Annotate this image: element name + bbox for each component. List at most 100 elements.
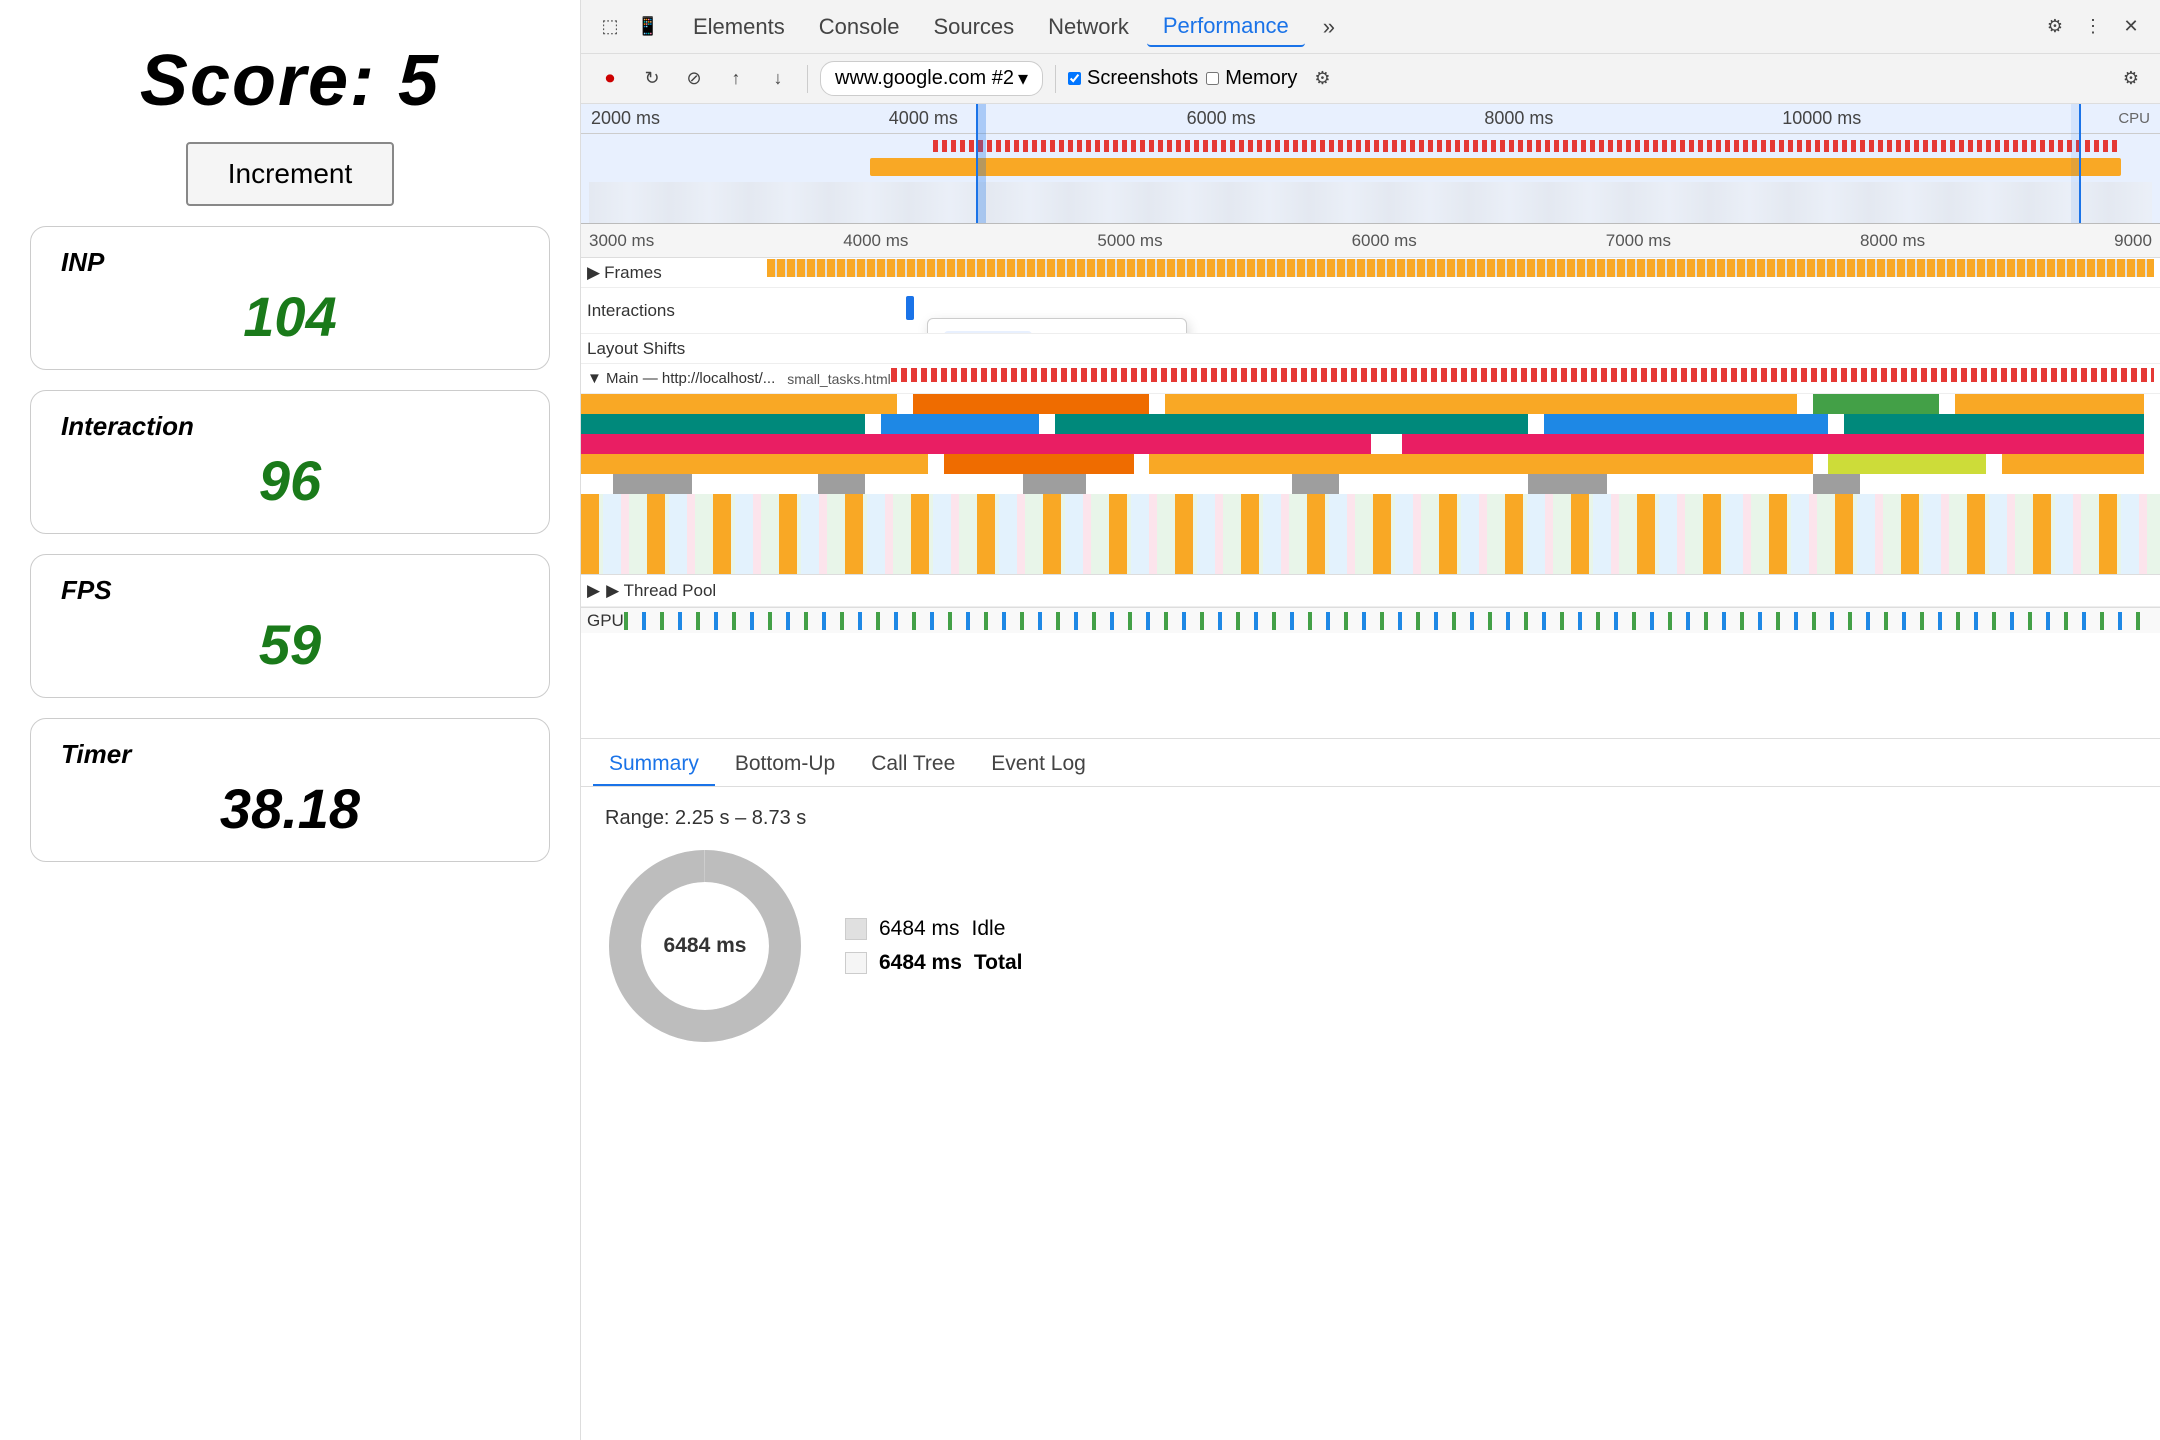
thread-pool-row: ▶ ▶ Thread Pool	[581, 575, 2160, 607]
tab-call-tree[interactable]: Call Tree	[855, 744, 971, 786]
thread-pool-expand-icon[interactable]: ▶	[587, 581, 600, 601]
timeline-overview[interactable]: 2000 ms 4000 ms 6000 ms 8000 ms 10000 ms…	[581, 104, 2160, 224]
tab-summary[interactable]: Summary	[593, 744, 715, 786]
more-options-icon-button[interactable]: ⋮	[2076, 10, 2110, 44]
range-text: Range: 2.25 s – 8.73 s	[605, 807, 2136, 830]
flame-block-y5	[1149, 454, 1812, 474]
gpu-row: GPU	[581, 607, 2160, 633]
interaction-pip[interactable]	[906, 296, 914, 320]
main-thread-area: ▼ Main — http://localhost/... small_task…	[581, 364, 2160, 575]
interaction-tooltip: 68.10 ms Pointer Input delay 66ms Proces…	[927, 318, 1187, 333]
orange-bar-row	[589, 158, 2152, 180]
flame-block-b2	[1544, 414, 1828, 434]
increment-button[interactable]: Increment	[186, 142, 395, 206]
bottom-tabs: Summary Bottom-Up Call Tree Event Log	[581, 739, 2160, 787]
inp-label: INP	[61, 247, 519, 278]
flame-block-y6	[2002, 454, 2144, 474]
fps-value: 59	[61, 612, 519, 677]
clear-button[interactable]: ⊘	[677, 62, 711, 96]
screenshots-checkbox-label[interactable]: Screenshots	[1068, 67, 1198, 90]
idle-text: Idle	[972, 917, 1006, 941]
flame-block-t1	[581, 414, 865, 434]
screenshots-label: Screenshots	[1087, 67, 1198, 90]
score-title: Score: 5	[140, 40, 440, 122]
fps-label: FPS	[61, 575, 519, 606]
inspect-icon-button[interactable]: ⬚	[593, 10, 627, 44]
main-label: ▼ Main — http://localhost/... small_task…	[587, 370, 891, 387]
ruler-5000: 5000 ms	[1097, 231, 1162, 251]
interactions-track-row: Interactions 68.10 ms Pointer Input dela…	[581, 288, 2160, 334]
tab-console[interactable]: Console	[803, 8, 916, 46]
frames-track-row: ▶ Frames	[581, 258, 2160, 288]
flamegraph-area[interactable]: ▶ Frames Interactions 68.10	[581, 258, 2160, 738]
interaction-card: Interaction 96	[30, 390, 550, 534]
idle-swatch	[845, 918, 867, 940]
flame-row-2	[581, 414, 2160, 434]
interaction-value: 96	[61, 448, 519, 513]
flame-row-5	[581, 474, 2160, 494]
bottom-panel: Summary Bottom-Up Call Tree Event Log Ra…	[581, 738, 2160, 1066]
flame-block-t3	[1844, 414, 2144, 434]
idle-ms: 6484 ms	[879, 917, 960, 941]
gpu-label: GPU	[587, 611, 624, 631]
overview-4000: 4000 ms	[889, 108, 958, 129]
legend-idle: 6484 ms Idle	[845, 917, 1023, 941]
toolbar-settings-button[interactable]: ⚙	[2114, 62, 2148, 96]
devtools-topbar: ⬚ 📱 Elements Console Sources Network Per…	[581, 0, 2160, 54]
selection-left-handle[interactable]	[976, 104, 986, 223]
tab-bottom-up[interactable]: Bottom-Up	[719, 744, 851, 786]
frames-content	[767, 258, 2154, 287]
reload-record-button[interactable]: ↻	[635, 62, 669, 96]
legend-area: 6484 ms Idle 6484 ms Total	[845, 917, 1023, 975]
flame-block-y2	[1165, 394, 1797, 414]
url-text: www.google.com #2	[835, 67, 1014, 90]
overview-2000: 2000 ms	[591, 108, 660, 129]
screenshots-checkbox[interactable]	[1068, 72, 1081, 85]
tooltip-type: Pointer	[1042, 332, 1102, 333]
left-panel: Score: 5 Increment INP 104 Interaction 9…	[0, 0, 580, 1440]
ruler-7000: 7000 ms	[1606, 231, 1671, 251]
devtools-panel: ⬚ 📱 Elements Console Sources Network Per…	[580, 0, 2160, 1440]
capture-settings-button[interactable]: ⚙	[1305, 62, 1339, 96]
settings-icon-button[interactable]: ⚙	[2038, 10, 2072, 44]
ruler-6000: 6000 ms	[1352, 231, 1417, 251]
long-task-indicator	[589, 136, 2152, 156]
device-toolbar-button[interactable]: 📱	[631, 10, 665, 44]
tab-more[interactable]: »	[1307, 8, 1351, 46]
flame-block-o2	[944, 454, 1133, 474]
record-button[interactable]: ⏺	[593, 62, 627, 96]
memory-checkbox-label[interactable]: Memory	[1206, 67, 1297, 90]
layout-shifts-track-row: Layout Shifts	[581, 334, 2160, 364]
ruler-9000: 9000	[2114, 231, 2152, 251]
ruler-4000: 4000 ms	[843, 231, 908, 251]
main-thread-file: small_tasks.html	[787, 371, 890, 387]
timer-card: Timer 38.18	[30, 718, 550, 862]
main-label-row: ▼ Main — http://localhost/... small_task…	[581, 364, 2160, 394]
devtools-tabs: Elements Console Sources Network Perform…	[677, 7, 2034, 47]
ruler-3000: 3000 ms	[589, 231, 654, 251]
flame-block-gr1	[613, 474, 692, 494]
legend-total: 6484 ms Total	[845, 951, 1023, 975]
frames-expand-icon[interactable]: ▶	[587, 263, 600, 283]
upload-button[interactable]: ↑	[719, 62, 753, 96]
selection-right-handle[interactable]	[2071, 104, 2081, 223]
flame-block-gr3	[1023, 474, 1086, 494]
url-chip[interactable]: www.google.com #2 ▾	[820, 61, 1043, 96]
flame-block-gr6	[1813, 474, 1860, 494]
download-button[interactable]: ↓	[761, 62, 795, 96]
frames-strip	[767, 259, 2154, 277]
total-ms: 6484 ms	[879, 951, 962, 975]
close-icon-button[interactable]: ✕	[2114, 10, 2148, 44]
tab-event-log[interactable]: Event Log	[975, 744, 1102, 786]
flame-row-3	[581, 434, 2160, 454]
tab-performance[interactable]: Performance	[1147, 7, 1305, 47]
donut-chart: 6484 ms	[605, 846, 805, 1046]
main-header-content	[891, 364, 2154, 393]
flame-block-gr2	[818, 474, 865, 494]
tab-elements[interactable]: Elements	[677, 8, 801, 46]
flame-block-g1	[1813, 394, 1939, 414]
memory-checkbox[interactable]	[1206, 72, 1219, 85]
layout-shifts-label: Layout Shifts	[587, 339, 767, 359]
tab-network[interactable]: Network	[1032, 8, 1145, 46]
tab-sources[interactable]: Sources	[917, 8, 1030, 46]
